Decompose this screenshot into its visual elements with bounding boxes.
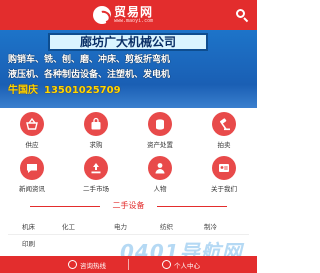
category-item[interactable]: 求购 [64,110,128,152]
id-card-icon [212,156,236,180]
category-label: 关于我们 [211,185,237,193]
gavel-icon [212,112,236,136]
equipment-category-link[interactable]: 制冷 [204,221,244,233]
banner-contact-phone: 13501025709 [44,85,121,96]
phone-icon [68,260,77,269]
category-item[interactable]: 关于我们 [192,154,256,196]
category-grid: 供应 求购 资产处置 拍卖新闻资讯 二手市场 人物 关于我们 [0,110,257,196]
banner-line-2: 液压机、各种制齿设备、注塑机、发电机 [8,70,171,80]
bottom-nav: 咨询热线 个人中心 [0,256,257,273]
shopping-bag-icon [84,112,108,136]
section-title: 二手设备 [112,201,145,210]
category-label: 求购 [89,141,103,149]
category-item[interactable]: 供应 [0,110,64,152]
user-icon [162,260,171,269]
banner-line-1: 购销车、铣、刨、磨、冲床、剪板折弯机 [8,55,171,65]
category-item[interactable]: 人物 [128,154,192,196]
section-header: 二手设备 [0,199,257,213]
basket-icon [20,112,44,136]
category-label: 二手市场 [83,185,109,193]
banner-contact-name: 牛国庆 [8,85,38,96]
top-header: 贸易网 www.maoyi.com [0,0,257,30]
logo-domain: www.maoyi.com [114,18,154,24]
hotline-button[interactable]: 咨询热线 [68,256,106,273]
banner-title: 廊坊广大机械公司 [79,35,176,49]
user-center-button[interactable]: 个人中心 [162,256,200,273]
equipment-category-link[interactable]: 纺织 [160,221,200,233]
chat-icon [20,156,44,180]
category-label: 新闻资讯 [19,185,45,193]
hotline-label: 咨询热线 [80,261,106,270]
user-center-label: 个人中心 [174,261,200,270]
category-item[interactable]: 资产处置 [128,110,192,152]
bottom-divider [128,259,129,270]
search-icon[interactable] [235,8,249,23]
category-label: 供应 [25,141,39,149]
category-label: 拍卖 [217,141,231,149]
equipment-category-link[interactable]: 化工 [62,221,102,233]
banner-contact: 牛国庆 13501025709 [8,81,121,96]
category-item[interactable]: 拍卖 [192,110,256,152]
logo-title: 贸易网 [114,5,154,19]
category-item[interactable]: 二手市场 [64,154,128,196]
recycle-icon [84,156,108,180]
list-divider [8,234,249,235]
category-label: 资产处置 [147,141,173,149]
equipment-category-link[interactable]: 印刷 [22,238,62,250]
equipment-category-link[interactable]: 机床 [22,221,62,233]
site-logo[interactable]: 贸易网 www.maoyi.com [93,4,153,26]
coin-stack-icon [148,112,172,136]
category-item[interactable]: 新闻资讯 [0,154,64,196]
logo-mark-icon [93,6,111,24]
category-label: 人物 [153,185,167,193]
person-icon [148,156,172,180]
promo-banner[interactable]: 廊坊广大机械公司 购销车、铣、刨、磨、冲床、剪板折弯机 液压机、各种制齿设备、注… [0,30,257,108]
equipment-category-link[interactable]: 电力 [114,221,154,233]
